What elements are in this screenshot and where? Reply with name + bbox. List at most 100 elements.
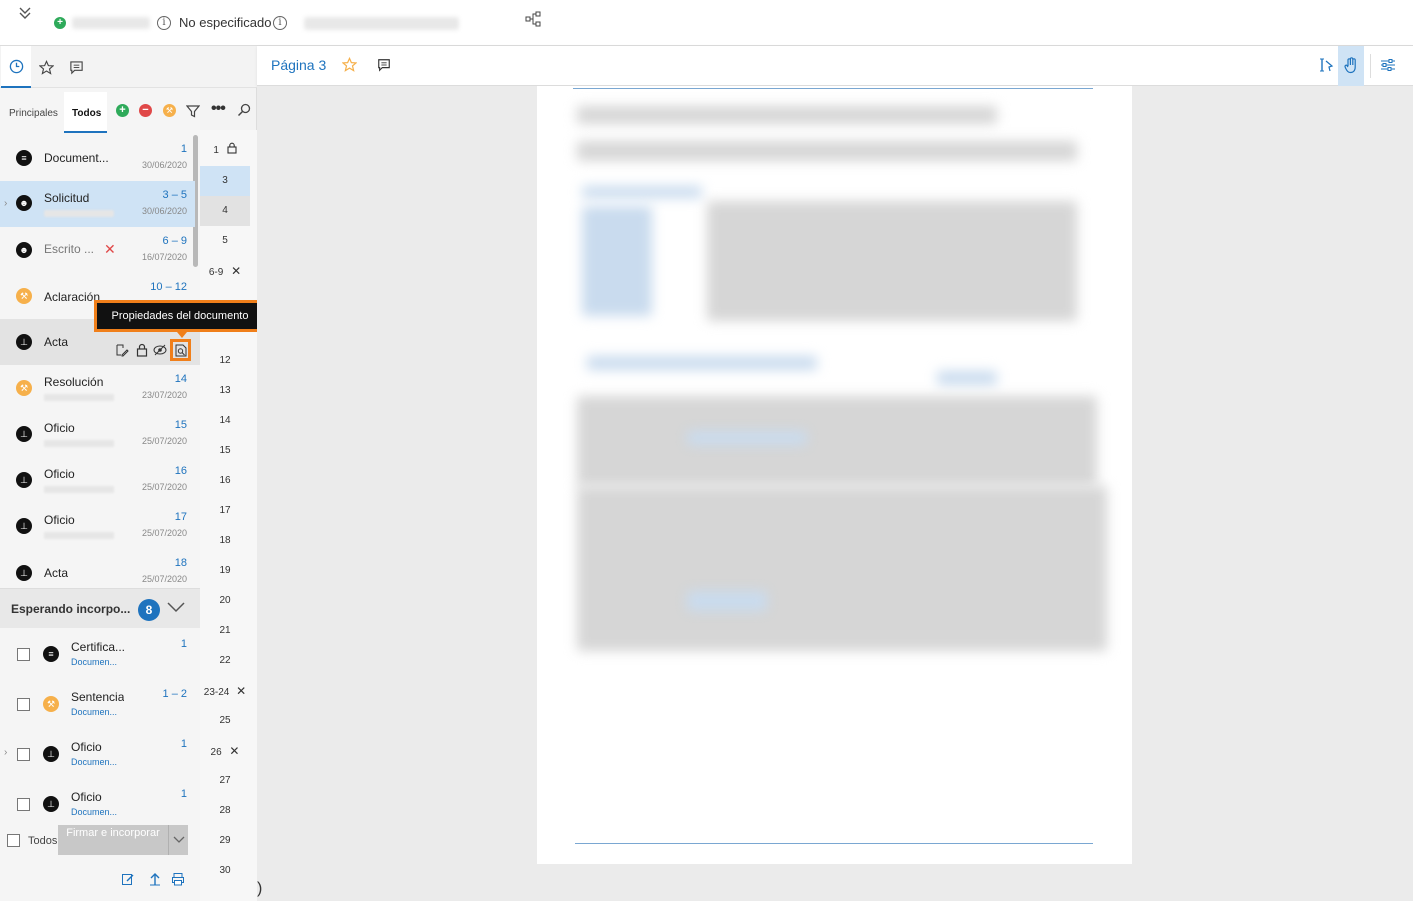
edit-icon[interactable] (115, 343, 129, 360)
list-item[interactable]: ⊥ Oficio 15 25/07/2020 (0, 411, 195, 457)
item-checkbox[interactable] (17, 648, 30, 661)
pending-category[interactable]: Documen... (71, 757, 117, 767)
document-pages: 18 (174, 557, 187, 569)
info-icon[interactable]: i (157, 16, 171, 30)
blurred-subtitle (44, 394, 114, 401)
subtab-todos[interactable]: Todos (72, 108, 101, 119)
page-number[interactable]: 28 (200, 796, 250, 826)
page-number[interactable]: 3 (200, 166, 250, 196)
pending-title: Esperando incorpo... (11, 602, 131, 616)
pending-category[interactable]: Documen... (71, 657, 117, 667)
print-icon[interactable] (171, 872, 185, 889)
filter-icon[interactable] (185, 104, 201, 121)
page-number[interactable]: 4 (200, 196, 250, 226)
list-item[interactable]: ☻ Escrito ... ✕ 6 – 9 16/07/2020 (0, 227, 195, 273)
stamp-icon: ⊥ (16, 472, 32, 488)
gavel-filter-icon[interactable]: ⚒ (163, 104, 176, 117)
tab-history[interactable] (1, 46, 31, 88)
pending-name: Sentencia (71, 690, 125, 704)
hierarchy-icon[interactable] (525, 11, 541, 30)
hand-tool-button[interactable] (1338, 46, 1364, 86)
document-page[interactable] (537, 86, 1132, 864)
pending-item[interactable]: ⚒ Sentencia Documen... 1 – 2 (0, 680, 195, 730)
chevron-down-icon[interactable] (167, 601, 185, 616)
blurred-field (304, 17, 459, 30)
page-number[interactable]: 26 ✕ (200, 736, 250, 766)
document-date: 25/07/2020 (141, 528, 187, 538)
double-chevron-down-icon[interactable] (18, 6, 32, 23)
page-number[interactable]: 19 (200, 556, 250, 586)
page-number[interactable]: 18 (200, 526, 250, 556)
search-icon[interactable] (237, 103, 251, 120)
page-number[interactable]: 29 (200, 826, 250, 856)
lock-icon[interactable] (136, 343, 148, 360)
document-name: Oficio (44, 421, 75, 435)
pending-header[interactable]: Esperando incorpo... 8 (0, 588, 200, 628)
page-number[interactable]: 21 (200, 616, 250, 646)
upload-icon[interactable] (149, 872, 161, 889)
people-icon: ☻ (16, 195, 32, 211)
hide-icon[interactable] (153, 344, 167, 359)
page-title: Página 3 (271, 57, 327, 73)
star-icon[interactable] (341, 56, 358, 75)
document-properties-button[interactable] (170, 339, 191, 361)
list-item[interactable]: ⊥ Oficio 16 25/07/2020 (0, 457, 195, 503)
gavel-icon: ⚒ (16, 288, 32, 304)
edit-note-icon[interactable] (121, 872, 135, 889)
sign-dropdown-toggle[interactable] (168, 825, 188, 855)
remove-icon[interactable]: − (139, 104, 152, 117)
tab-comments[interactable] (61, 46, 91, 88)
list-item[interactable]: ⊥ Oficio 17 25/07/2020 (0, 503, 195, 549)
page-number-label: 6-9 (208, 267, 224, 278)
page-number[interactable]: 5 (200, 226, 250, 256)
page-number[interactable]: 25 (200, 706, 250, 736)
pending-category[interactable]: Documen... (71, 807, 117, 817)
page-number[interactable]: 27 (200, 766, 250, 796)
page-number[interactable]: 20 (200, 586, 250, 616)
info-icon[interactable]: i (273, 16, 287, 30)
text-select-icon[interactable] (1318, 57, 1334, 76)
settings-sliders-icon[interactable] (1380, 58, 1396, 75)
page-number[interactable]: 17 (200, 496, 250, 526)
star-icon (38, 59, 54, 75)
page-number[interactable]: 23-24 ✕ (200, 676, 250, 706)
more-options-icon[interactable]: ••• (211, 100, 226, 118)
doc-icon: ≡ (16, 150, 32, 166)
item-checkbox[interactable] (17, 698, 30, 711)
chevron-right-icon[interactable]: › (4, 198, 7, 209)
pending-name: Oficio (71, 740, 102, 754)
comment-icon[interactable] (377, 58, 391, 75)
pending-item[interactable]: ⊥ Oficio Documen... 1 (0, 780, 195, 830)
stamp-icon: ⊥ (16, 518, 32, 534)
page-number[interactable]: 12 (200, 346, 250, 376)
subtab-principales[interactable]: Principales (9, 108, 58, 119)
add-icon[interactable]: + (116, 104, 129, 117)
list-item[interactable]: ≡ Document... 1 30/06/2020 (0, 136, 195, 182)
page-number[interactable]: 14 (200, 406, 250, 436)
toolbar-divider (1370, 54, 1371, 78)
people-icon: ☻ (16, 242, 32, 258)
pending-pages: 1 (180, 738, 187, 750)
document-pages: 3 – 5 (162, 189, 187, 201)
item-checkbox[interactable] (17, 798, 30, 811)
page-number[interactable]: 13 (200, 376, 250, 406)
chevron-right-icon[interactable]: › (4, 747, 7, 758)
pending-category[interactable]: Documen... (71, 707, 117, 717)
select-all-checkbox[interactable] (7, 834, 20, 847)
tab-favorites[interactable] (31, 46, 61, 88)
list-item[interactable]: ⚒ Resolución 14 23/07/2020 (0, 365, 195, 411)
page-number[interactable]: 22 (200, 646, 250, 676)
page-number[interactable]: 15 (200, 436, 250, 466)
page-number[interactable]: 16 (200, 466, 250, 496)
page-number[interactable]: 6-9 ✕ (200, 256, 250, 286)
list-item[interactable]: ⊥ Acta 18 25/07/2020 (0, 549, 195, 587)
blurred-subtitle (44, 486, 114, 493)
pending-item[interactable]: › ⊥ Oficio Documen... 1 (0, 730, 195, 780)
item-checkbox[interactable] (17, 748, 30, 761)
document-pages: 10 – 12 (150, 281, 187, 293)
page-number[interactable]: 1 (200, 136, 250, 166)
subtab-todos-container[interactable]: Todos (64, 92, 107, 133)
page-number[interactable]: 30 (200, 856, 250, 886)
pending-item[interactable]: ≡ Certifica... Documen... 1 (0, 630, 195, 680)
list-item[interactable]: › ☻ Solicitud 3 – 5 30/06/2020 (0, 181, 195, 227)
